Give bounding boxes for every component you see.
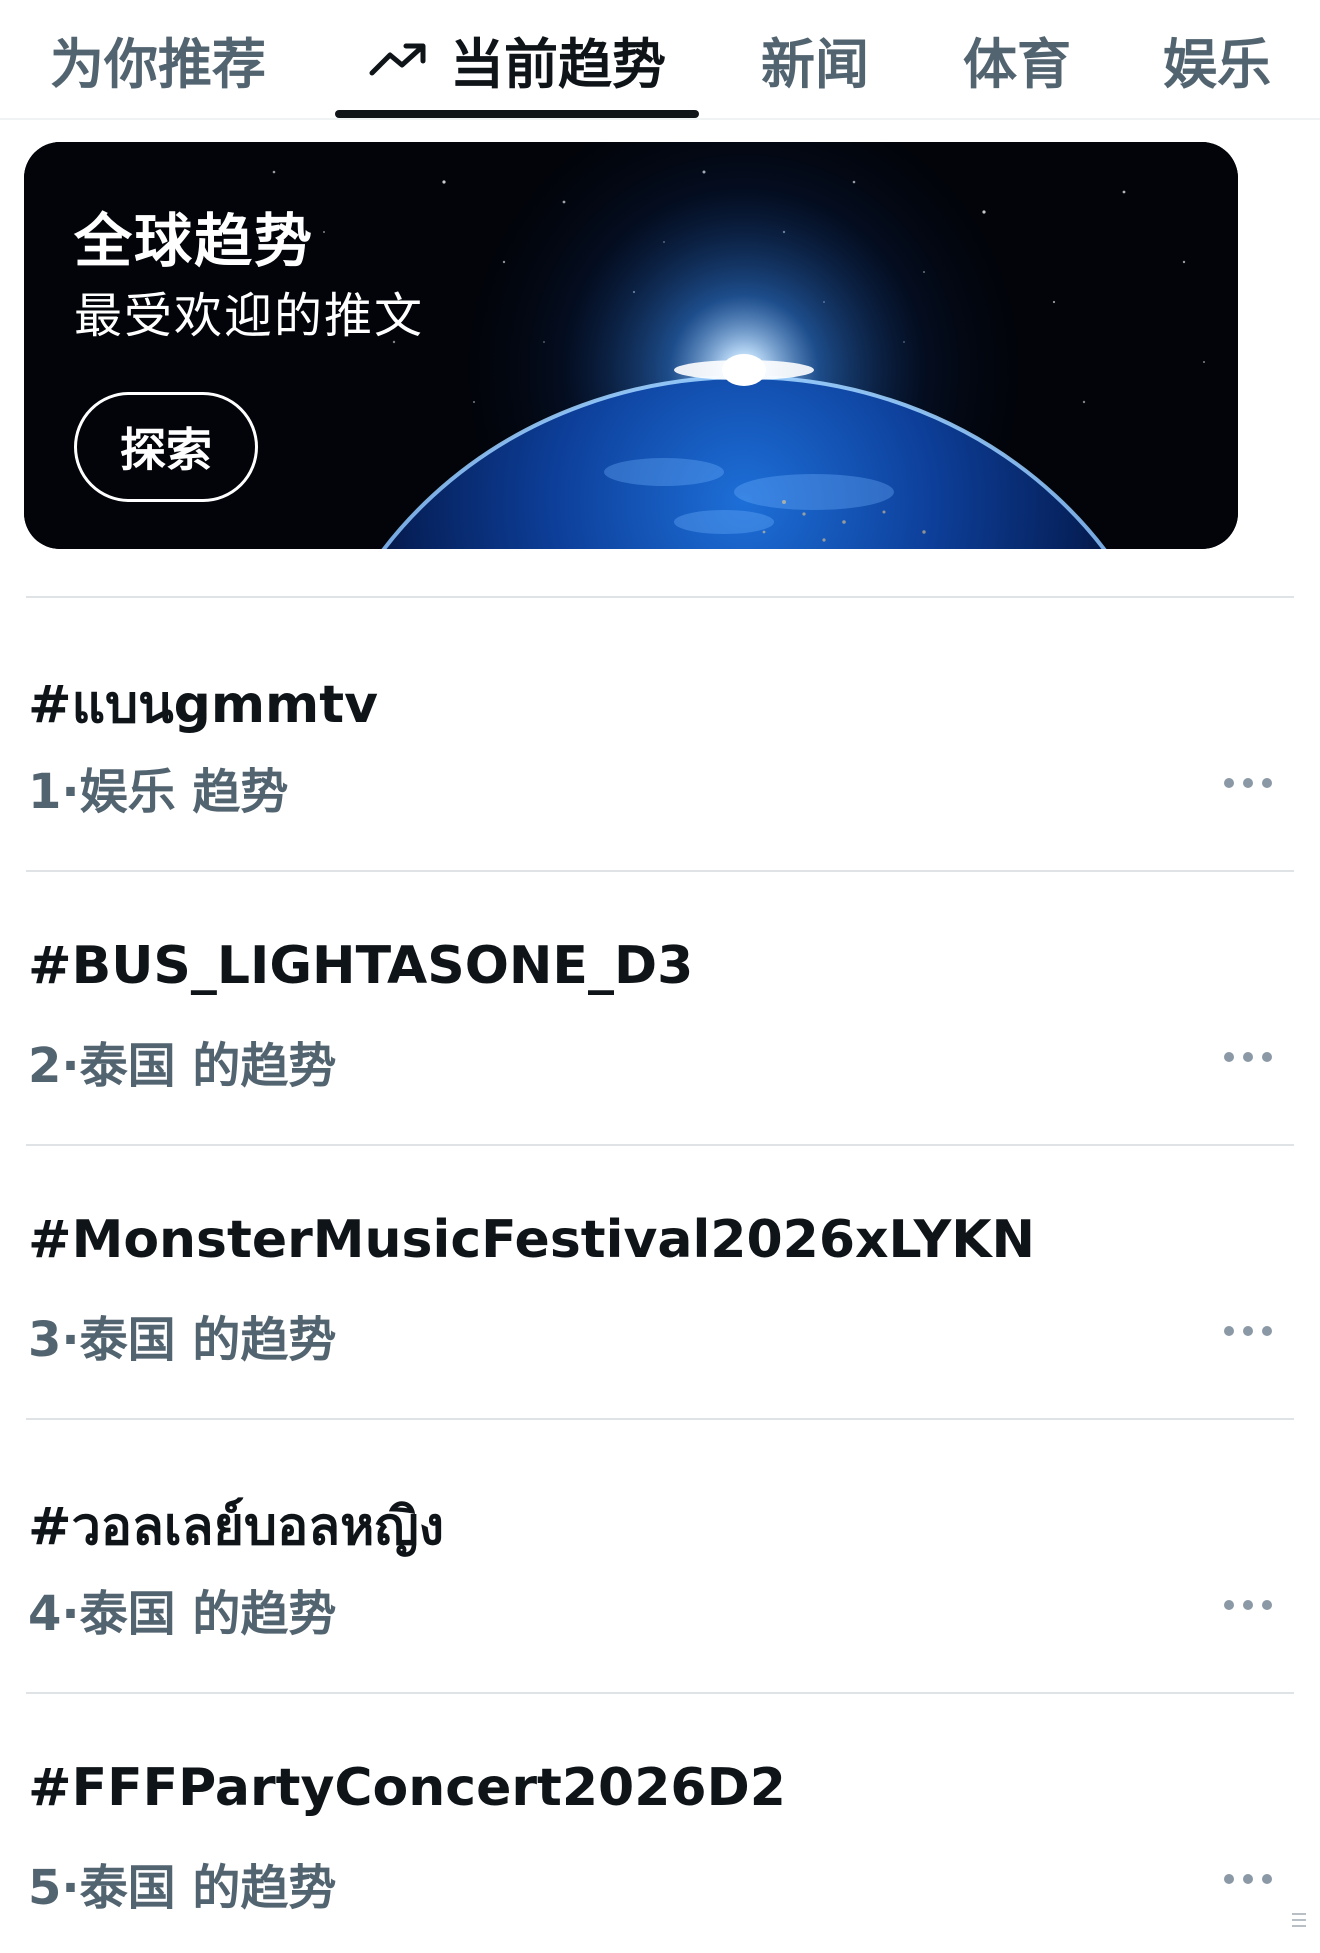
tab-entertainment[interactable]: 娱乐 <box>1152 0 1282 118</box>
more-options-icon[interactable] <box>1224 776 1272 790</box>
trend-rank: 2 <box>28 1038 62 1094</box>
trend-item[interactable]: #วอลเลย์บอลหญิง 4·泰国 的趋势 <box>26 1418 1294 1692</box>
trend-category: 泰国 的趋势 <box>79 1860 337 1916</box>
trend-rank: 3 <box>28 1312 62 1368</box>
tab-sports[interactable]: 体育 <box>952 0 1082 118</box>
trend-category: 娱乐 趋势 <box>79 764 289 820</box>
tab-label: 当前趋势 <box>450 32 666 96</box>
tab-label: 娱乐 <box>1163 32 1271 96</box>
more-options-icon[interactable] <box>1224 1050 1272 1064</box>
trend-item[interactable]: #แบนgmmtv 1·娱乐 趋势 <box>26 596 1294 870</box>
scroll-grip-icon <box>1292 1913 1306 1935</box>
trend-category: 泰国 的趋势 <box>79 1312 337 1368</box>
trend-category: 泰国 的趋势 <box>79 1586 337 1642</box>
banner-title: 全球趋势 <box>74 207 315 275</box>
trend-hashtag: #MonsterMusicFestival2026xLYKN <box>28 1210 1036 1270</box>
trend-rank: 4 <box>28 1586 62 1642</box>
trend-hashtag: #BUS_LIGHTASONE_D3 <box>28 936 694 996</box>
explore-button[interactable]: 探索 <box>74 392 258 502</box>
global-trends-banner[interactable]: 全球趋势 最受欢迎的推文 探索 <box>24 142 1238 549</box>
more-options-icon[interactable] <box>1224 1598 1272 1612</box>
trend-rank: 1 <box>28 764 62 820</box>
more-options-icon[interactable] <box>1224 1872 1272 1886</box>
trend-context: 1·娱乐 趋势 <box>28 764 289 820</box>
trend-item[interactable]: #FFFPartyConcert2026D2 5·泰国 的趋势 <box>26 1692 1294 1953</box>
trend-hashtag: #วอลเลย์บอลหญิง <box>28 1497 445 1557</box>
tab-for-you[interactable]: 为你推荐 <box>38 0 278 118</box>
explore-tab-bar: 为你推荐 当前趋势 新闻 体育 娱乐 <box>0 0 1320 120</box>
trend-category: 泰国 的趋势 <box>79 1038 337 1094</box>
trend-rank: 5 <box>28 1860 62 1916</box>
trending-arrow-icon <box>369 43 426 76</box>
trend-list: #แบนgmmtv 1·娱乐 趋势 #BUS_LIGHTASONE_D3 2·泰… <box>26 596 1294 1953</box>
banner-subtitle: 最受欢迎的推文 <box>74 288 425 344</box>
trend-item[interactable]: #BUS_LIGHTASONE_D3 2·泰国 的趋势 <box>26 870 1294 1144</box>
trend-context: 5·泰国 的趋势 <box>28 1860 337 1916</box>
trend-hashtag: #FFFPartyConcert2026D2 <box>28 1758 786 1818</box>
tab-label: 新闻 <box>761 32 869 96</box>
trend-hashtag: #แบนgmmtv <box>28 675 378 735</box>
tab-label: 为你推荐 <box>50 32 266 96</box>
trend-context: 2·泰国 的趋势 <box>28 1038 337 1094</box>
more-options-icon[interactable] <box>1224 1324 1272 1338</box>
tab-label: 体育 <box>963 32 1071 96</box>
tab-trending[interactable]: 当前趋势 <box>335 0 699 118</box>
trend-item[interactable]: #MonsterMusicFestival2026xLYKN 3·泰国 的趋势 <box>26 1144 1294 1418</box>
trend-context: 4·泰国 的趋势 <box>28 1586 337 1642</box>
tab-news[interactable]: 新闻 <box>750 0 880 118</box>
active-tab-indicator <box>335 110 699 118</box>
trend-context: 3·泰国 的趋势 <box>28 1312 337 1368</box>
